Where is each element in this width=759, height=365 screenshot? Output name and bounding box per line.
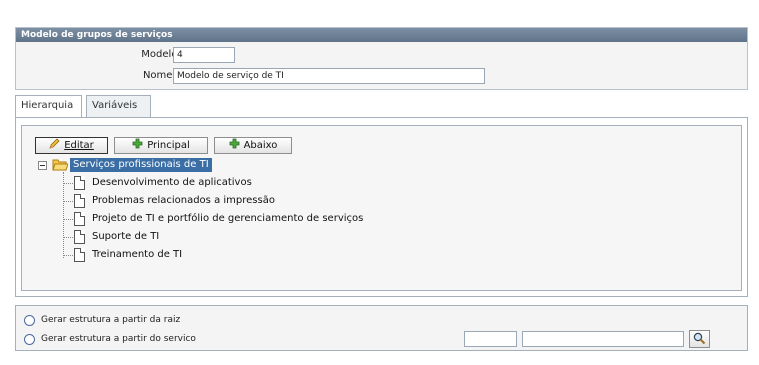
folder-open-icon [52,158,69,172]
tree-root-node[interactable]: Serviços profissionais de TI [70,158,212,172]
search-icon [693,332,706,350]
tree-node[interactable]: Desenvolvimento de aplicativos [92,176,252,190]
document-icon [74,248,85,262]
nome-label: Nome* : [76,70,184,81]
nome-input[interactable] [173,68,485,84]
radio-from-root[interactable] [24,315,35,326]
pencil-icon [49,138,60,154]
editar-button[interactable]: Editar [35,137,108,154]
service-group-model-panel: Modelo de grupos de serviços Modelo : No… [15,27,748,90]
plus-icon [132,138,143,154]
tree-node[interactable]: Projeto de TI e portfólio de gerenciamen… [92,212,363,226]
tree-node[interactable]: Treinamento de TI [92,248,182,262]
document-icon [74,176,85,190]
panel-title: Modelo de grupos de serviços [16,28,747,42]
tree-node[interactable]: Problemas relacionados a impressão [92,194,275,208]
document-icon [74,194,85,208]
radio-from-root-label: Gerar estrutura a partir da raiz [41,315,181,325]
structure-options-panel: Gerar estrutura a partir da raiz Gerar e… [15,305,748,351]
plus-icon [229,138,240,154]
add-abaixo-button[interactable]: Abaixo [214,137,292,154]
document-icon [74,212,85,226]
tab-hierarquia[interactable]: Hierarquia [15,95,82,119]
add-principal-button[interactable]: Principal [114,137,208,154]
radio-from-service-label: Gerar estrutura a partir do servico [41,334,196,344]
tab-variaveis[interactable]: Variáveis [86,95,151,117]
service-code-input[interactable] [464,331,517,347]
modelo-input[interactable] [173,47,235,63]
tree-node[interactable]: Suporte de TI [92,230,159,244]
document-icon [74,230,85,244]
search-service-button[interactable] [689,330,710,348]
radio-from-service[interactable] [24,334,35,345]
collapse-toggle-icon[interactable] [38,161,47,170]
modelo-label: Modelo : [141,49,184,60]
hierarchy-panel: Editar Principal Abaixo Serviços profiss… [15,117,748,297]
hierarchy-content: Editar Principal Abaixo Serviços profiss… [21,125,742,291]
tree-connector [63,172,64,258]
service-name-input[interactable] [522,331,684,347]
